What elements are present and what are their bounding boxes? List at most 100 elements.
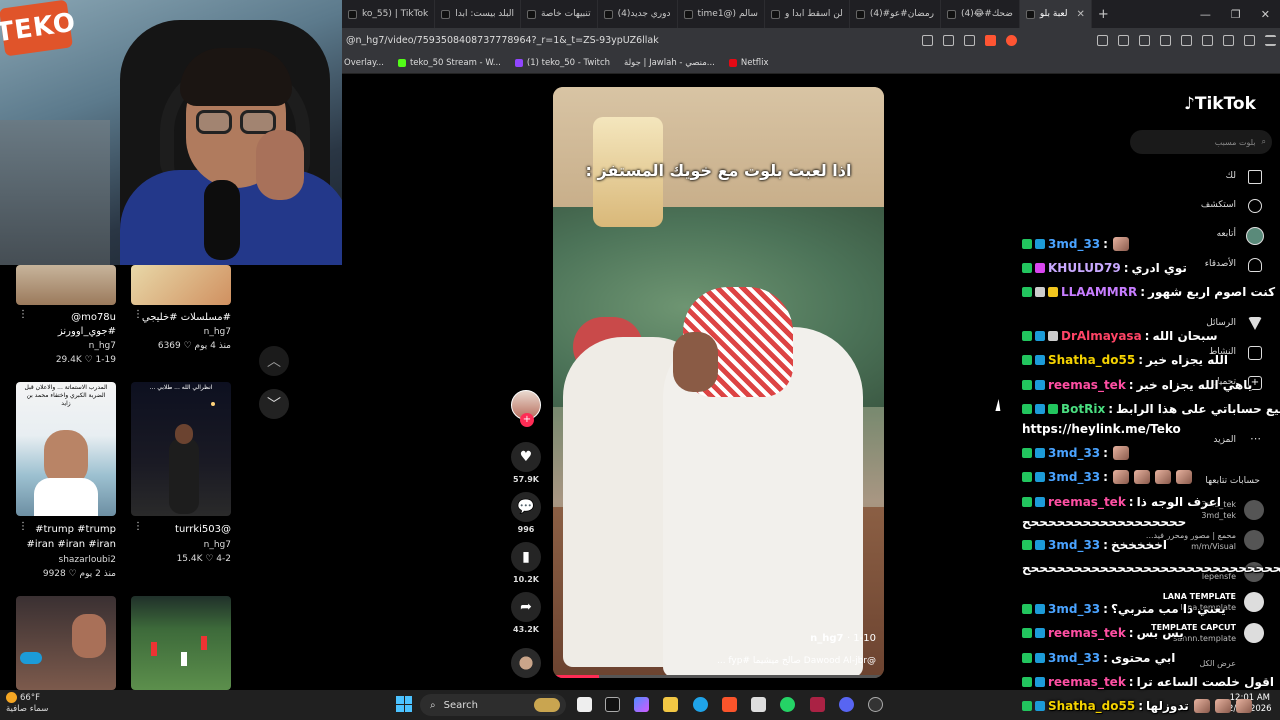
brave-rewards-icon[interactable] xyxy=(1006,34,1017,46)
share-icon[interactable] xyxy=(964,34,975,46)
chat-username[interactable]: 3md_33 xyxy=(1048,470,1100,484)
more-icon[interactable]: ⋮ xyxy=(18,309,28,320)
leo-icon[interactable] xyxy=(1202,34,1213,46)
wallet-icon[interactable] xyxy=(1181,34,1192,46)
store-icon[interactable] xyxy=(751,697,766,712)
video-player[interactable]: اذا لعبت بلوت مع خويك المستفز : n_hg7 · … xyxy=(553,87,884,678)
nav-friends[interactable]: الأصدقاء xyxy=(1205,259,1236,269)
following-avatar[interactable] xyxy=(1244,623,1264,643)
windows-start-icon[interactable] xyxy=(396,696,412,712)
chat-username[interactable]: reemas_tek xyxy=(1048,495,1126,509)
follow-plus-icon[interactable]: + xyxy=(520,413,534,427)
following-avatar[interactable] xyxy=(1244,592,1264,612)
show-all-link[interactable]: عرض الكل xyxy=(1199,659,1236,668)
video-thumbnail[interactable] xyxy=(16,265,116,305)
close-window-icon[interactable]: ✕ xyxy=(1261,8,1270,21)
chat-username[interactable]: reemas_tek xyxy=(1048,378,1126,392)
nav-more[interactable]: المزيد xyxy=(1213,435,1236,445)
chat-username[interactable]: BotRix xyxy=(1061,402,1105,416)
chat-username[interactable]: 3md_33 xyxy=(1048,602,1100,616)
share-arrow-icon[interactable]: ➦ xyxy=(511,592,541,622)
browser-tab[interactable]: (4)#رمضان#عو xyxy=(850,0,942,28)
video-progress-bar[interactable] xyxy=(553,675,884,678)
bookmark-icon[interactable]: ▮ xyxy=(511,542,541,572)
previous-video-button[interactable]: ︿ xyxy=(259,346,289,376)
like-action[interactable]: ♥ 57.9K xyxy=(511,442,541,484)
chat-username[interactable]: LLAAMMRR xyxy=(1061,285,1137,299)
following-avatar[interactable] xyxy=(1244,530,1264,550)
discord-icon[interactable] xyxy=(839,697,854,712)
browser-tab[interactable]: البلد بيست: ابدا xyxy=(435,0,521,28)
chat-username[interactable]: 3md_33 xyxy=(1048,237,1100,251)
edge-icon[interactable] xyxy=(693,697,708,712)
bookmark-jawlah[interactable]: جولة | Jawlah - منصي... xyxy=(624,58,715,68)
chat-username[interactable]: 3md_33 xyxy=(1048,651,1100,665)
browser-tab[interactable]: (4)😂#ضحك xyxy=(941,0,1020,28)
chat-username[interactable]: 3md_33 xyxy=(1048,446,1100,460)
video-thumbnail[interactable]: انظرالي الله ... طلابي ... xyxy=(131,382,231,516)
weather-widget[interactable]: 66°F سماء صافية xyxy=(6,692,48,715)
more-icon[interactable]: ⋮ xyxy=(18,521,28,532)
heart-icon[interactable]: ♥ xyxy=(511,442,541,472)
menu-icon[interactable] xyxy=(1265,34,1276,46)
app-icon[interactable] xyxy=(810,697,825,712)
search-icon[interactable]: ⌕ xyxy=(1262,137,1266,147)
more-icon[interactable]: ⋮ xyxy=(133,521,143,532)
bookmark-kick[interactable]: teko_50 Stream - W... xyxy=(397,58,501,68)
creator-avatar[interactable]: + xyxy=(511,390,541,427)
next-video-button[interactable]: ﹀ xyxy=(259,389,289,419)
browser-tab-active[interactable]: لعبة بلو ✕ xyxy=(1019,0,1092,28)
comment-icon[interactable]: 💬 xyxy=(511,492,541,522)
search-input[interactable]: بلوت مسبب ⌕ xyxy=(1130,130,1272,154)
sidebar-icon[interactable] xyxy=(1160,34,1171,46)
bookmark-overlay[interactable]: Overlay... xyxy=(344,58,384,68)
file-explorer-icon[interactable] xyxy=(663,697,678,712)
taskbar-search[interactable]: ⌕ Search xyxy=(420,694,566,716)
minimize-icon[interactable]: — xyxy=(1200,8,1211,21)
save-action[interactable]: ▮ 10.2K xyxy=(511,542,541,584)
browser-tab[interactable]: تنبيهات خاصة xyxy=(521,0,598,28)
obs-icon[interactable] xyxy=(868,697,883,712)
install-icon[interactable] xyxy=(943,34,954,46)
browser-tab[interactable]: ko_55) | TikTok xyxy=(342,0,436,28)
browser-tab[interactable]: لن اسقط ابدا و xyxy=(765,0,850,28)
comment-action[interactable]: 💬 996 xyxy=(511,492,541,534)
chat-username[interactable]: https://heylink.me/Teko xyxy=(1022,422,1181,436)
terminal-icon[interactable] xyxy=(605,697,620,712)
following-avatar[interactable] xyxy=(1244,500,1264,520)
nav-messages[interactable]: الرسائل xyxy=(1206,318,1236,328)
brave-icon[interactable] xyxy=(722,697,737,712)
chat-username[interactable]: 3md_33 xyxy=(1048,538,1100,552)
whatsapp-icon[interactable] xyxy=(780,697,795,712)
video-thumbnail[interactable] xyxy=(16,596,116,690)
chat-username[interactable]: KHULUD79 xyxy=(1048,261,1121,275)
nav-for-you[interactable]: لك xyxy=(1226,171,1236,181)
video-thumbnail[interactable] xyxy=(131,596,231,690)
bookmark-netflix[interactable]: Netflix xyxy=(728,58,769,68)
nav-explore[interactable]: استكشف xyxy=(1201,200,1236,210)
share-action[interactable]: ➦ 43.2K xyxy=(511,592,541,634)
following-name[interactable]: LANA TEMPLATE xyxy=(1163,592,1236,601)
screenshot-icon[interactable] xyxy=(1118,34,1129,46)
vpn-icon[interactable] xyxy=(1244,34,1255,46)
video-author[interactable]: n_hg7 xyxy=(810,633,843,644)
chat-username[interactable]: reemas_tek xyxy=(1048,626,1126,640)
bookmark-twitch[interactable]: (1) teko_50 - Twitch xyxy=(514,58,610,68)
browser-tab[interactable]: time1@) سالم xyxy=(678,0,765,28)
chat-username[interactable]: Shatha_do55 xyxy=(1048,699,1135,713)
tiktok-logo[interactable]: ♪TikTok xyxy=(1184,94,1256,114)
video-thumbnail[interactable] xyxy=(131,265,231,305)
music-icon[interactable] xyxy=(1139,34,1150,46)
video-thumbnail[interactable]: المدرب الاستماتة ... والاعلان قبل الضربة… xyxy=(16,382,116,516)
close-tab-icon[interactable]: ✕ xyxy=(1077,9,1085,20)
nav-following[interactable]: أتابعه xyxy=(1217,229,1236,239)
extensions-icon[interactable] xyxy=(1097,34,1108,46)
url-field[interactable]: @n_hg7/video/7593508408737778964?_r=1&_t… xyxy=(346,35,922,46)
browser-tab[interactable]: (4)دوري جديد xyxy=(598,0,678,28)
brave-shield-icon[interactable] xyxy=(985,34,996,46)
music-disc-icon[interactable] xyxy=(511,648,541,678)
eye-off-icon[interactable] xyxy=(922,34,933,46)
chat-username[interactable]: Shatha_do55 xyxy=(1048,353,1135,367)
task-view-icon[interactable] xyxy=(577,697,592,712)
download-icon[interactable] xyxy=(1223,34,1234,46)
